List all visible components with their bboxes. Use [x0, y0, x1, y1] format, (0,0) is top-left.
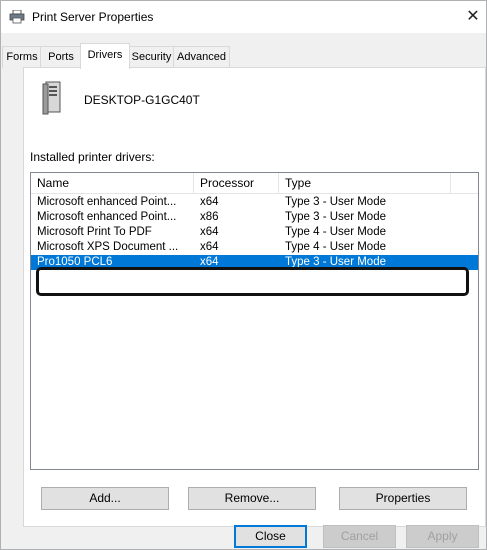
- driver-processor: x64: [200, 226, 219, 238]
- driver-name: Pro1050 PCL6: [37, 256, 113, 268]
- list-header: Name Processor Type: [31, 173, 478, 194]
- installed-drivers-label: Installed printer drivers:: [30, 150, 155, 164]
- button-label: Apply: [427, 529, 458, 543]
- driver-processor: x86: [200, 211, 219, 223]
- button-label: Properties: [375, 491, 431, 505]
- button-label: Close: [255, 529, 286, 543]
- installed-drivers-list[interactable]: Name Processor Type Microsoft enhanced P…: [30, 172, 479, 470]
- tab-forms[interactable]: Forms: [2, 46, 42, 68]
- tab-drivers[interactable]: Drivers: [80, 43, 130, 69]
- drivers-tab-panel: DESKTOP-G1GC40T Installed printer driver…: [23, 67, 486, 527]
- tab-ports[interactable]: Ports: [40, 46, 82, 68]
- driver-name: Microsoft XPS Document ...: [37, 241, 179, 253]
- table-row[interactable]: Microsoft Print To PDF x64 Type 4 - User…: [31, 225, 478, 240]
- table-row[interactable]: Microsoft enhanced Point... x64 Type 3 -…: [31, 195, 478, 210]
- column-header-name[interactable]: Name: [31, 173, 193, 193]
- window-title: Print Server Properties: [32, 10, 154, 24]
- driver-type: Type 4 - User Mode: [285, 226, 386, 238]
- driver-name: Microsoft enhanced Point...: [37, 211, 177, 223]
- column-header-label: Processor: [200, 176, 255, 190]
- driver-type: Type 3 - User Mode: [285, 256, 386, 268]
- close-button[interactable]: Close: [234, 525, 307, 548]
- driver-processor: x64: [200, 241, 219, 253]
- button-label: Remove...: [224, 491, 280, 505]
- computer-tower-icon: [42, 81, 61, 115]
- table-row[interactable]: Microsoft XPS Document ... x64 Type 4 - …: [31, 240, 478, 255]
- tab-label: Advanced: [177, 51, 226, 63]
- column-divider[interactable]: [450, 173, 451, 193]
- driver-name: Microsoft Print To PDF: [37, 226, 152, 238]
- driver-properties-button[interactable]: Properties: [339, 487, 467, 510]
- column-header-type[interactable]: Type: [279, 173, 450, 193]
- driver-type: Type 3 - User Mode: [285, 211, 386, 223]
- cancel-button[interactable]: Cancel: [323, 525, 396, 548]
- tab-label: Forms: [6, 51, 38, 63]
- table-row-selected[interactable]: Pro1050 PCL6 x64 Type 3 - User Mode: [31, 255, 478, 270]
- add-driver-button[interactable]: Add...: [41, 487, 169, 510]
- column-header-label: Type: [285, 176, 312, 190]
- tab-label: Security: [131, 51, 172, 63]
- tab-security[interactable]: Security: [128, 46, 175, 68]
- driver-type: Type 4 - User Mode: [285, 241, 386, 253]
- tab-label: Drivers: [87, 49, 123, 61]
- tab-advanced[interactable]: Advanced: [173, 46, 230, 68]
- driver-type: Type 3 - User Mode: [285, 196, 386, 208]
- button-label: Add...: [89, 491, 121, 505]
- driver-name: Microsoft enhanced Point...: [37, 196, 177, 208]
- column-header-label: Name: [37, 176, 70, 190]
- tab-label: Ports: [48, 51, 74, 63]
- table-row[interactable]: Microsoft enhanced Point... x86 Type 3 -…: [31, 210, 478, 225]
- title-bar[interactable]: Print Server Properties ✕: [1, 1, 486, 33]
- column-header-processor[interactable]: Processor: [194, 173, 278, 193]
- server-name: DESKTOP-G1GC40T: [84, 93, 200, 107]
- print-server-properties-dialog: Print Server Properties ✕ Forms Ports Dr…: [0, 0, 487, 550]
- apply-button[interactable]: Apply: [406, 525, 479, 548]
- driver-processor: x64: [200, 256, 219, 268]
- dialog-body: Forms Ports Drivers Security Advanced DE…: [1, 33, 486, 549]
- close-icon[interactable]: ✕: [463, 6, 483, 28]
- remove-driver-button[interactable]: Remove...: [188, 487, 316, 510]
- button-label: Cancel: [340, 529, 379, 543]
- printer-icon: [9, 10, 25, 24]
- driver-processor: x64: [200, 196, 219, 208]
